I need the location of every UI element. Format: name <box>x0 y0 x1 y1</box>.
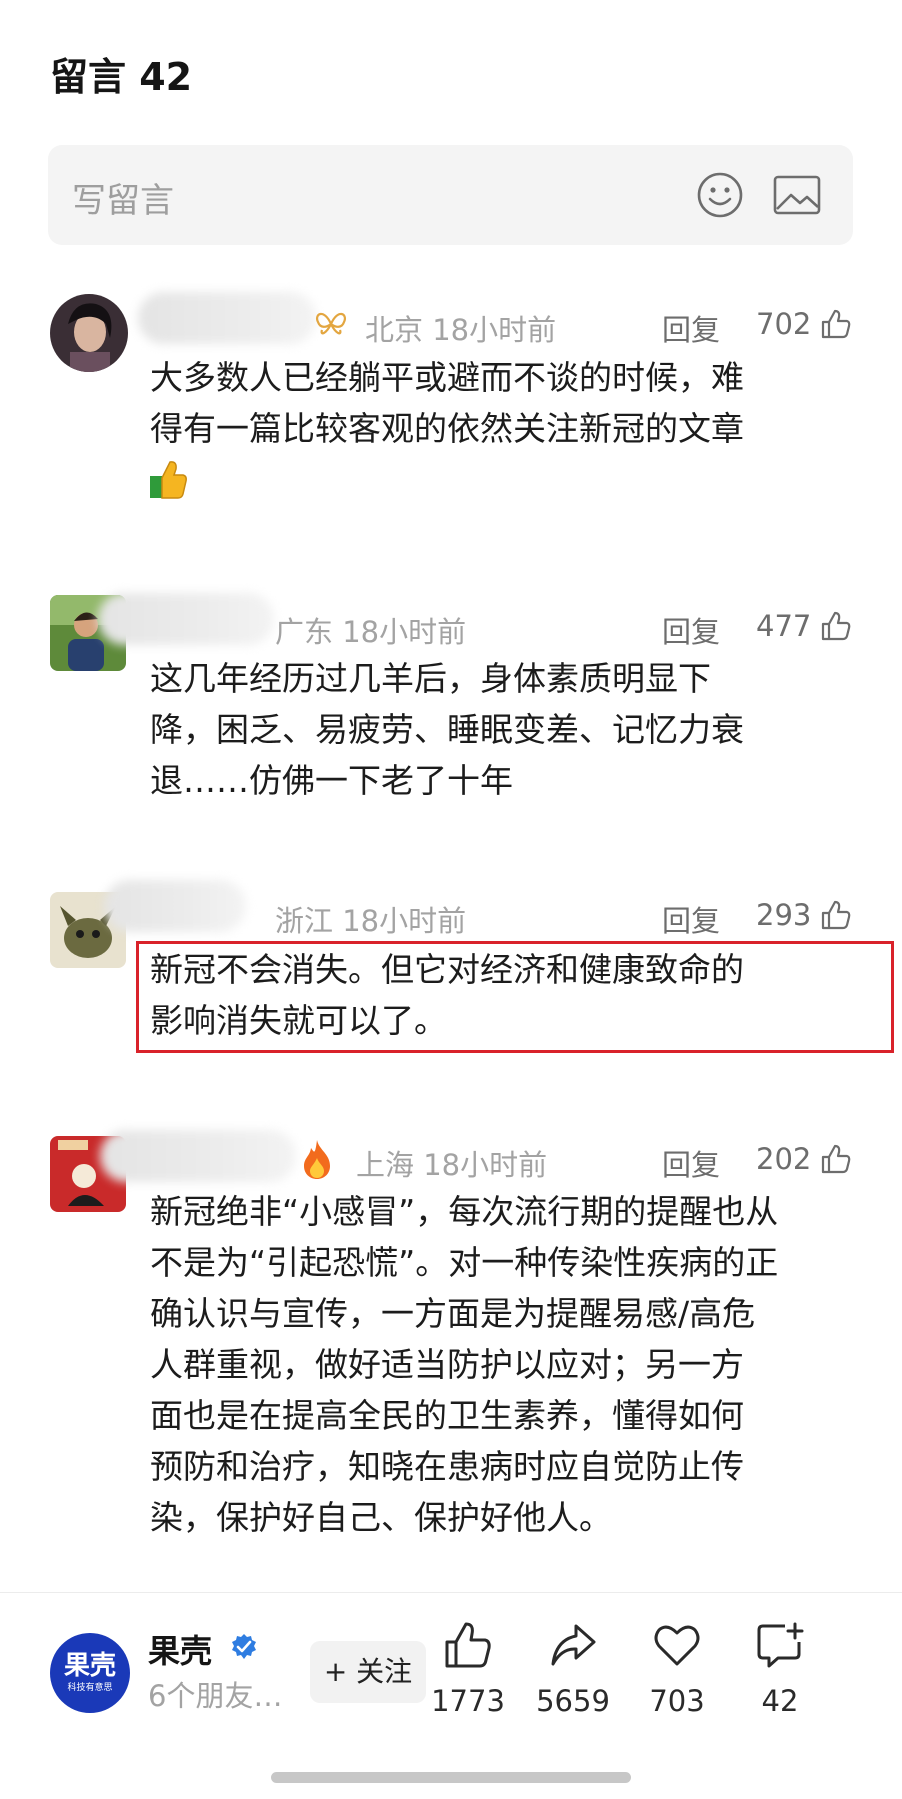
comment-input-placeholder[interactable]: 写留言 <box>72 173 174 222</box>
avatar[interactable] <box>50 294 128 372</box>
home-indicator[interactable] <box>271 1772 631 1783</box>
like-count: 293 <box>756 898 812 932</box>
account-name[interactable]: 果壳 <box>148 1626 212 1672</box>
thumbs-up-icon[interactable] <box>820 899 852 931</box>
comment-line: 染，保护好自己、保护好他人。 <box>150 1498 612 1537</box>
like-count: 477 <box>756 609 812 643</box>
fire-icon <box>304 1140 330 1179</box>
account-followers-note: 6个朋友… <box>148 1679 283 1713</box>
follow-button[interactable]: + 关注 <box>310 1641 426 1703</box>
account-avatar-subtext: 科技有意思 <box>67 1683 113 1693</box>
account-avatar[interactable]: 果壳 科技有意思 <box>50 1633 130 1713</box>
comment-line: 退……仿佛一下老了十年 <box>150 761 513 800</box>
comment-line: 得有一篇比较客观的依然关注新冠的文章 <box>150 409 744 448</box>
share-icon <box>551 1624 596 1666</box>
page-title: 留言 42 <box>50 55 193 99</box>
thumbs-up-icon <box>445 1622 491 1668</box>
comment-location-time: 广东 18小时前 <box>275 615 467 649</box>
comment-text: 这几年经历过几羊后，身体素质明显下 降，困乏、易疲劳、睡眠变差、记忆力衰 退……… <box>150 653 840 806</box>
share-total: 5659 <box>536 1684 610 1718</box>
share-action[interactable]: 5659 <box>523 1620 623 1718</box>
username-blurred[interactable] <box>104 880 246 932</box>
username-blurred[interactable] <box>138 292 316 344</box>
reply-button[interactable]: 回复 <box>662 307 720 349</box>
comment-line: 新冠绝非“小感冒”，每次流行期的提醒也从 <box>150 1192 779 1231</box>
emoji-smile-icon[interactable] <box>696 171 744 219</box>
comment-line: 确认识与宣传，一方面是为提醒易感/高危 <box>150 1294 756 1333</box>
comment-line: 不是为“引起恐慌”。对一种传染性疾病的正 <box>150 1243 779 1282</box>
favorite-total: 703 <box>649 1684 705 1718</box>
account-avatar-text: 果壳 <box>63 1651 116 1681</box>
comment-text: 大多数人已经躺平或避而不谈的时候，难 得有一篇比较客观的依然关注新冠的文章 <box>150 352 840 454</box>
like-count: 702 <box>756 307 812 341</box>
comment-line: 这几年经历过几羊后，身体素质明显下 <box>150 659 711 698</box>
like-total: 1773 <box>431 1684 505 1718</box>
comment-line: 人群重视，做好适当防护以应对；另一方 <box>150 1345 744 1384</box>
comment-line: 降，困乏、易疲劳、睡眠变差、记忆力衰 <box>150 710 744 749</box>
comment-location-time: 北京 18小时前 <box>365 313 557 347</box>
comment-line: 预防和治疗，知晓在患病时应自觉防止传 <box>150 1447 744 1486</box>
image-icon[interactable] <box>772 173 822 217</box>
reply-button[interactable]: 回复 <box>662 1142 720 1184</box>
butterfly-icon <box>316 312 346 335</box>
thumbs-up-emoji-icon <box>150 461 187 499</box>
footer-divider <box>0 1592 902 1593</box>
username-blurred[interactable] <box>98 593 274 645</box>
reply-button[interactable]: 回复 <box>662 609 720 651</box>
like-action[interactable]: 1773 <box>418 1620 518 1718</box>
username-blurred[interactable] <box>100 1130 296 1182</box>
comment-input-bar[interactable]: 写留言 <box>48 145 853 245</box>
favorite-action[interactable]: 703 <box>627 1620 727 1718</box>
comment-location-time: 上海 18小时前 <box>356 1148 548 1182</box>
comment-text: 新冠绝非“小感冒”，每次流行期的提醒也从 不是为“引起恐慌”。对一种传染性疾病的… <box>150 1186 840 1543</box>
comment-total: 42 <box>761 1684 799 1718</box>
reply-button[interactable]: 回复 <box>662 898 720 940</box>
thumbs-up-icon[interactable] <box>820 1143 852 1175</box>
comment-location-time: 浙江 18小时前 <box>275 904 467 938</box>
highlight-box <box>136 941 894 1053</box>
comment-action[interactable]: 42 <box>730 1620 830 1718</box>
heart-icon <box>654 1625 700 1666</box>
comment-line: 面也是在提高全民的卫生素养，懂得如何 <box>150 1396 744 1435</box>
comment-line: 大多数人已经躺平或避而不谈的时候，难 <box>150 358 744 397</box>
verified-badge-icon <box>232 1634 256 1659</box>
thumbs-up-icon[interactable] <box>820 308 852 340</box>
thumbs-up-icon[interactable] <box>820 610 852 642</box>
comment-add-icon <box>757 1622 804 1668</box>
like-count: 202 <box>756 1142 812 1176</box>
